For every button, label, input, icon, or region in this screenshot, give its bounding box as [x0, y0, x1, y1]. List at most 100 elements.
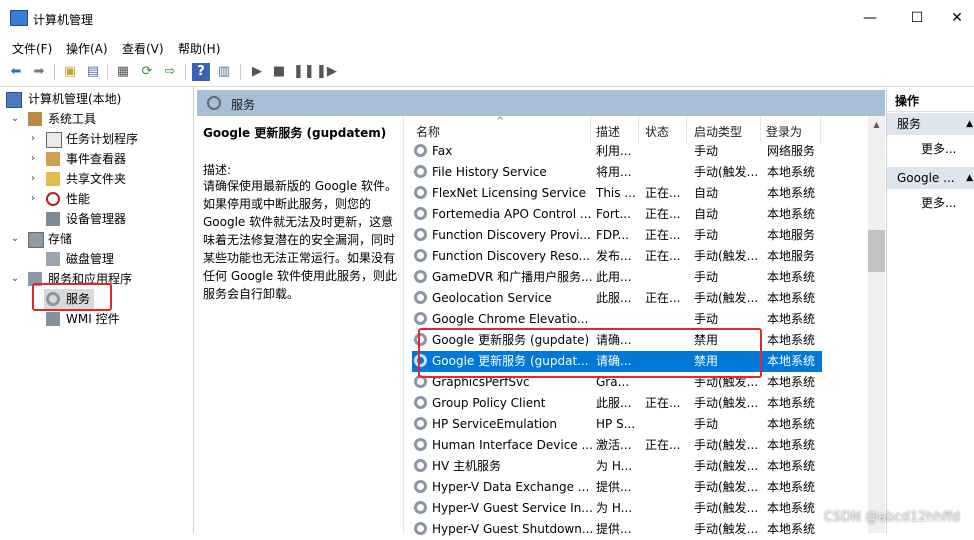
- cell-startup: 手动(触发...: [694, 249, 759, 263]
- menu-view[interactable]: 查看(V): [122, 40, 164, 57]
- actions-section-services[interactable]: 服务 ▲: [887, 113, 974, 135]
- cell-status: 正在...: [645, 228, 681, 242]
- maximize-button[interactable]: ☐: [902, 8, 932, 28]
- menu-help[interactable]: 帮助(H): [178, 40, 220, 57]
- tree-item-wmi[interactable]: WMI 控件: [44, 309, 120, 329]
- show-tree-icon[interactable]: ▤: [84, 63, 102, 81]
- gear-icon: [414, 165, 427, 178]
- cell-name: GameDVR 和广播用户服务...: [432, 270, 593, 284]
- column-separator[interactable]: [820, 116, 821, 144]
- export-icon[interactable]: ⇨: [161, 63, 179, 81]
- folder-up-icon[interactable]: ▣: [61, 63, 79, 81]
- gear-icon: [414, 501, 427, 514]
- column-separator[interactable]: [760, 116, 761, 144]
- gear-icon: [414, 207, 427, 220]
- column-separator[interactable]: [686, 116, 687, 144]
- gear-icon: [414, 459, 427, 472]
- cell-name: Group Policy Client: [432, 396, 546, 410]
- table-row[interactable]: Function Discovery Reso... 发布... 正在... 手动(触…: [412, 246, 822, 267]
- toolbar: ⬅ ➡ ▣ ▤ ▦ ⟳ ⇨ ? ▥ ▶ ■ ❚❚ ❚▶: [0, 58, 974, 87]
- stop-icon[interactable]: ■: [270, 63, 288, 81]
- cell-status: 正在...: [645, 291, 681, 305]
- table-row[interactable]: Human Interface Device ... 激活... 正在... 手动(触…: [412, 435, 822, 456]
- tree-item-disk-management[interactable]: 磁盘管理: [28, 249, 114, 269]
- resume-icon[interactable]: ❚▶: [316, 63, 337, 81]
- table-row[interactable]: FlexNet Licensing Service This ... 正在... 自动…: [412, 183, 822, 204]
- collapse-icon[interactable]: ▲: [966, 167, 973, 189]
- column-header-description[interactable]: 描述: [596, 122, 620, 142]
- column-separator[interactable]: [638, 116, 639, 144]
- menu-file[interactable]: 文件(F): [12, 40, 52, 57]
- cell-name: Function Discovery Provi...: [432, 228, 591, 242]
- computer-management-icon: [10, 10, 28, 26]
- cell-name: Hyper-V Data Exchange ...: [432, 480, 590, 494]
- column-header-status[interactable]: 状态: [645, 122, 669, 142]
- gear-icon: [414, 522, 427, 535]
- scroll-up-icon[interactable]: ▲: [868, 116, 885, 133]
- back-arrow-icon[interactable]: ⬅: [7, 63, 25, 81]
- table-row[interactable]: Geolocation Service 此服... 正在... 手动(触发... 本地系…: [412, 288, 822, 309]
- chevron-down-icon[interactable]: ⌄: [10, 269, 20, 289]
- description-text: 请确保使用最新版的 Google 软件。如果停用或中断此服务，则您的 Googl…: [203, 179, 397, 301]
- table-row[interactable]: HP ServiceEmulation HP S... 手动 本地系统: [412, 414, 822, 435]
- cell-desc: 为 H...: [596, 459, 633, 473]
- play-icon[interactable]: ▶: [248, 63, 266, 81]
- cell-name: Function Discovery Reso...: [432, 249, 590, 263]
- cell-logon: 本地系统: [767, 312, 816, 326]
- table-row[interactable]: HV 主机服务 为 H... 手动(触发... 本地系统: [412, 456, 822, 477]
- minimize-button[interactable]: —: [855, 8, 885, 28]
- tools-icon: [28, 112, 42, 126]
- cell-startup: 手动(触发...: [694, 165, 759, 179]
- column-header-logon-as[interactable]: 登录为: [766, 122, 802, 142]
- table-row[interactable]: GameDVR 和广播用户服务... 此用... 手动 本地系统: [412, 267, 822, 288]
- cell-startup: 手动(触发...: [694, 480, 759, 494]
- tree-item-root[interactable]: 计算机管理(本地): [6, 89, 121, 109]
- menu-action[interactable]: 操作(A): [66, 40, 108, 57]
- properties-icon[interactable]: ▦: [114, 63, 132, 81]
- table-row[interactable]: Function Discovery Provi... FDP... 正在... 手动…: [412, 225, 822, 246]
- table-row[interactable]: Hyper-V Data Exchange ... 提供... 手动(触发... 本地…: [412, 477, 822, 498]
- shared-folder-icon: [46, 172, 60, 186]
- tree-item-system-tools[interactable]: ⌄ 系统工具: [10, 109, 96, 129]
- pause-icon[interactable]: ❚❚: [293, 63, 315, 81]
- close-button[interactable]: ✕: [942, 8, 972, 28]
- table-row[interactable]: File History Service 将用... 手动(触发... 本地系统: [412, 162, 822, 183]
- tree-item-event-viewer[interactable]: › 事件查看器: [28, 149, 126, 169]
- forward-arrow-icon[interactable]: ➡: [30, 63, 48, 81]
- toolbar-separator: [54, 64, 55, 80]
- chevron-right-icon[interactable]: ›: [28, 169, 38, 189]
- table-row[interactable]: Group Policy Client 此服... 正在... 手动(触发... 本地系…: [412, 393, 822, 414]
- tree-item-shared-folders[interactable]: › 共享文件夹: [28, 169, 126, 189]
- chevron-right-icon[interactable]: ›: [28, 149, 38, 169]
- chevron-right-icon[interactable]: ›: [28, 189, 38, 209]
- chevron-down-icon[interactable]: ⌄: [10, 109, 20, 129]
- table-row[interactable]: Fortemedia APO Control ... Fort... 正在... 自动…: [412, 204, 822, 225]
- table-row[interactable]: Hyper-V Guest Service In... 为 H... 手动(触发..…: [412, 498, 822, 519]
- cell-startup: 手动: [694, 312, 719, 326]
- scrollbar-thumb[interactable]: [868, 230, 885, 272]
- table-row[interactable]: Google Chrome Elevatio... 手动 本地系统: [412, 309, 822, 330]
- chevron-down-icon[interactable]: ⌄: [10, 229, 20, 249]
- tree-item-performance[interactable]: › 性能: [28, 189, 90, 209]
- more-actions-link[interactable]: 更多...: [921, 140, 956, 157]
- column-header-startup-type[interactable]: 启动类型: [694, 122, 742, 142]
- cell-desc: HP S...: [596, 417, 636, 431]
- tree-item-device-manager[interactable]: 设备管理器: [28, 209, 126, 229]
- vertical-scrollbar[interactable]: ▲: [868, 116, 885, 533]
- collapse-icon[interactable]: ▲: [966, 113, 973, 135]
- column-header-name[interactable]: 名称: [416, 122, 440, 142]
- table-row[interactable]: Fax 利用... 手动 网络服务: [412, 141, 822, 162]
- cell-status: 正在...: [645, 396, 681, 410]
- table-row[interactable]: Hyper-V Guest Shutdown... 提供... 手动(触发... 本地…: [412, 519, 822, 540]
- refresh-icon[interactable]: ⟳: [138, 63, 156, 81]
- toolbar-separator: [107, 64, 108, 80]
- help-icon[interactable]: ?: [192, 63, 210, 81]
- actions-section-google[interactable]: Google ... ▲: [887, 167, 974, 189]
- chevron-right-icon[interactable]: ›: [28, 129, 38, 149]
- tree-item-storage[interactable]: ⌄ 存储: [10, 229, 72, 249]
- wmi-icon: [46, 312, 60, 326]
- more-actions-link[interactable]: 更多...: [921, 194, 956, 211]
- column-separator[interactable]: [590, 116, 591, 144]
- tree-item-task-scheduler[interactable]: › 任务计划程序: [28, 129, 138, 149]
- view-icon[interactable]: ▥: [215, 63, 233, 81]
